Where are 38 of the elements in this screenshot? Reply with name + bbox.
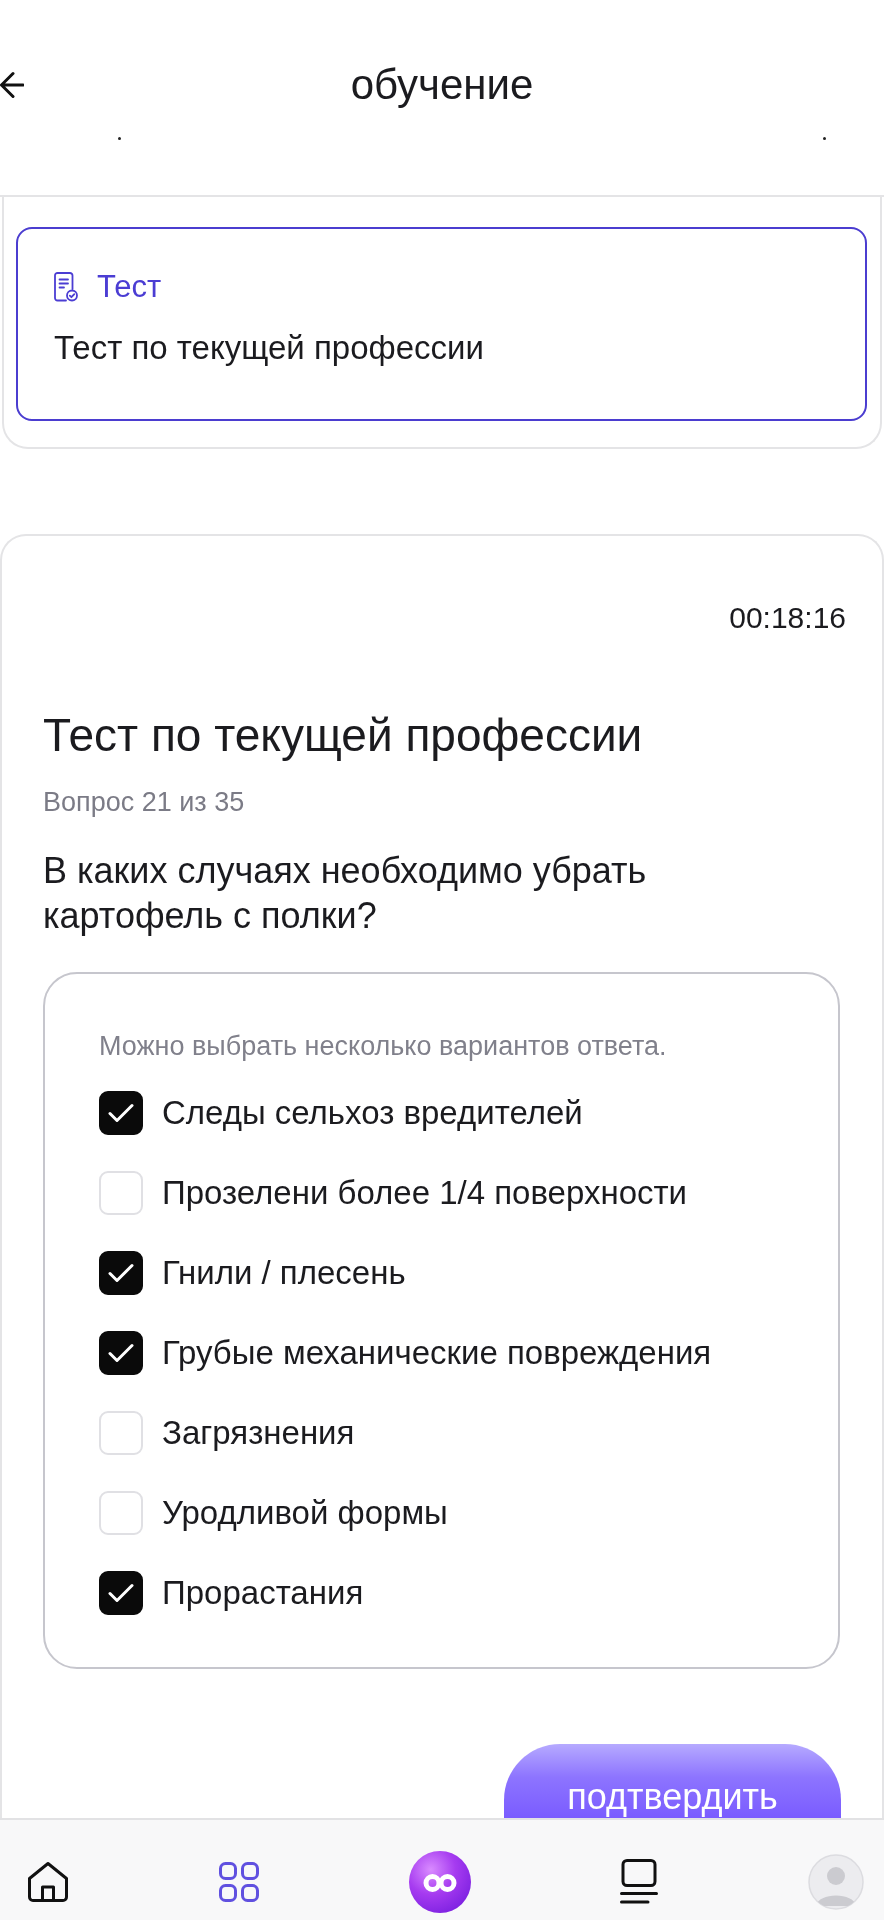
option-label: Грубые механические повреждения (162, 1333, 712, 1373)
option-label: Загрязнения (162, 1413, 355, 1453)
option-label: Следы сельхоз вредителей (162, 1093, 583, 1133)
question-text: В каких случаях необходимо убрать картофель с полки? (43, 849, 648, 938)
back-button[interactable] (0, 70, 24, 100)
nav-tab[interactable] (620, 1859, 659, 1905)
dot-icon (823, 137, 826, 140)
dot-icon (118, 137, 121, 140)
tick-icon (108, 1343, 134, 1363)
option-label: Уродливой формы (162, 1493, 448, 1533)
nav-tab[interactable] (27, 1861, 69, 1903)
test-card[interactable]: Тест Тест по текущей профессии (16, 227, 867, 421)
tick-icon (108, 1103, 134, 1123)
nav-tab[interactable] (408, 1851, 471, 1913)
home-icon (27, 1861, 69, 1903)
answer-hint: Можно выбрать несколько вариантов ответа. (99, 1030, 668, 1062)
timer: 00:18:16 (729, 600, 846, 636)
submit-button[interactable]: подтвердить (504, 1744, 841, 1818)
list-icon (620, 1859, 659, 1905)
avatar-icon (808, 1854, 864, 1910)
checkbox[interactable] (99, 1331, 143, 1375)
question-counter: Вопрос 21 из 35 (43, 786, 246, 818)
back-arrow-icon (0, 70, 24, 100)
option-label: Прозелени более 1/4 поверхности (162, 1173, 688, 1213)
option-label: Гнили / плесень (162, 1253, 406, 1293)
checkbox[interactable] (99, 1571, 143, 1615)
material-title: Тест по текущей профессии (54, 328, 485, 368)
material-type: Тест (97, 269, 162, 305)
checkbox[interactable] (99, 1251, 143, 1295)
option-label: Прорастания (162, 1573, 364, 1613)
test-title: Тест по текущей профессии (43, 708, 644, 763)
tick-icon (108, 1583, 134, 1603)
test-document-icon (54, 272, 78, 302)
checkbox[interactable] (99, 1091, 143, 1135)
grid-icon (218, 1862, 259, 1902)
infinity-icon (408, 1851, 471, 1913)
screen-title: обучение (350, 60, 534, 110)
tick-icon (108, 1263, 134, 1283)
